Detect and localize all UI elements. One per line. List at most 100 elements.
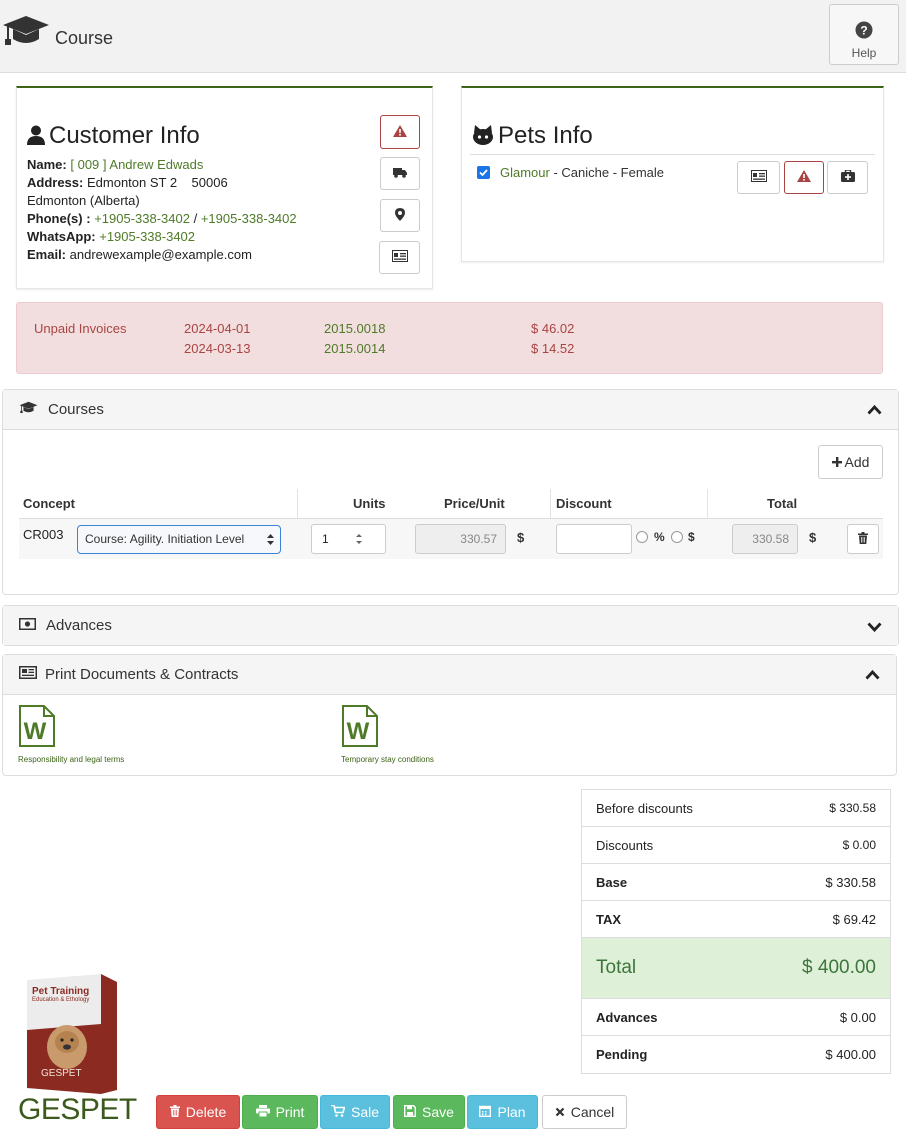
- id-card-icon: [750, 170, 767, 185]
- address-line2: Edmonton (Alberta): [27, 193, 140, 208]
- document-link[interactable]: W Temporary stay conditions: [341, 705, 434, 765]
- invoice-date: 2024-04-01: [184, 321, 251, 336]
- map-location-button[interactable]: [380, 199, 420, 232]
- document-link[interactable]: W Responsibility and legal terms: [18, 705, 124, 765]
- newspaper-icon: [19, 666, 37, 683]
- discounts-value: $ 0.00: [842, 838, 876, 852]
- question-circle-icon: ?: [830, 21, 898, 42]
- units-header: Units: [353, 496, 386, 511]
- advances-panel: Advances: [2, 605, 899, 646]
- discounts-label: Discounts: [596, 837, 654, 853]
- customer-info-heading: Customer Info: [49, 122, 200, 149]
- plan-button[interactable]: Plan: [467, 1095, 538, 1129]
- phone-link-1[interactable]: +1905-338-3402: [94, 211, 190, 226]
- graduation-cap-icon: [19, 401, 38, 419]
- email-label: Email:: [27, 247, 67, 262]
- price-header: Price/Unit: [444, 496, 505, 511]
- printer-icon: [255, 1104, 270, 1120]
- whatsapp-link[interactable]: +1905-338-3402: [99, 229, 195, 244]
- sale-button[interactable]: Sale: [320, 1095, 390, 1129]
- save-label: Save: [422, 1104, 454, 1120]
- customer-name-link[interactable]: [ 009 ] Andrew Edwads: [70, 157, 203, 172]
- discount-header: Discount: [556, 496, 612, 511]
- tax-label: TAX: [596, 911, 622, 927]
- invoice-number-link[interactable]: 2015.0014: [324, 341, 385, 356]
- close-icon: [555, 1104, 565, 1120]
- base-value: $ 330.58: [825, 874, 876, 890]
- total-header: Total: [767, 496, 798, 511]
- course-code: CR003: [23, 527, 64, 542]
- product-box-image: Pet Training Education & Ethology GESPET: [27, 972, 117, 1094]
- delete-row-button[interactable]: [847, 524, 879, 554]
- courses-panel-header[interactable]: Courses: [3, 390, 898, 430]
- phone-link-2[interactable]: +1905-338-3402: [201, 211, 297, 226]
- user-icon: [27, 125, 45, 148]
- discount-amount-radio[interactable]: [671, 531, 683, 543]
- help-button[interactable]: ? Help: [829, 4, 899, 65]
- percent-label: %: [654, 530, 665, 544]
- course-select[interactable]: Course: Agility. Initiation Level: [77, 525, 281, 554]
- address-label: Address:: [27, 175, 84, 190]
- base-label: Base: [596, 874, 628, 890]
- totals-table: Before discounts $ 330.58 Discounts $ 0.00…: [581, 789, 891, 1074]
- tax-row: TAX $ 69.42: [582, 901, 890, 938]
- floppy-disk-icon: [404, 1104, 417, 1120]
- invoice-date: 2024-03-13: [184, 341, 251, 356]
- select-arrows-icon: [267, 526, 274, 563]
- print-documents-panel: Print Documents & Contracts W Responsibi…: [2, 654, 897, 776]
- graduation-cap-icon: [2, 14, 50, 53]
- word-document-icon: W: [18, 705, 124, 750]
- units-input[interactable]: 1: [311, 524, 386, 554]
- unpaid-invoices-alert: Unpaid Invoices 2024-04-01 2015.0018 $ 4…: [16, 302, 883, 374]
- pet-medical-button[interactable]: [827, 161, 868, 194]
- total-value: $ 400.00: [802, 957, 876, 978]
- advances-row: Advances $ 0.00: [582, 999, 890, 1036]
- pet-alert-button[interactable]: [784, 161, 824, 194]
- pet-checkbox[interactable]: [477, 166, 490, 179]
- advances-label: Advances: [596, 1009, 658, 1025]
- warning-icon: [797, 170, 811, 185]
- delete-label: Delete: [185, 1104, 227, 1120]
- gespet-logo: GESPET: [18, 1093, 137, 1126]
- customer-alert-button[interactable]: [380, 115, 420, 149]
- help-label: Help: [851, 46, 877, 60]
- shopping-cart-icon: [330, 1104, 346, 1120]
- print-button[interactable]: Print: [242, 1095, 318, 1129]
- before-discounts-value: $ 330.58: [829, 801, 876, 815]
- chevron-down-icon[interactable]: [867, 619, 882, 636]
- invoice-amount: $ 14.52: [531, 341, 575, 356]
- add-label: Add: [844, 454, 870, 470]
- page-title: Course: [55, 28, 114, 48]
- chevron-up-icon[interactable]: [867, 402, 882, 419]
- transport-button[interactable]: [380, 157, 420, 190]
- pet-name-link[interactable]: Glamour: [500, 165, 550, 180]
- word-document-icon: W: [341, 705, 434, 750]
- cancel-button[interactable]: Cancel: [542, 1095, 627, 1129]
- chevron-up-icon[interactable]: [865, 667, 880, 684]
- pets-divider: [470, 154, 875, 155]
- warning-icon: [393, 124, 407, 140]
- pet-card-button[interactable]: [737, 161, 780, 194]
- unpaid-invoices-label: Unpaid Invoices: [34, 321, 127, 336]
- document-label: Temporary stay conditions: [341, 755, 434, 764]
- print-documents-panel-header[interactable]: Print Documents & Contracts: [3, 655, 896, 695]
- advances-panel-header[interactable]: Advances: [3, 606, 898, 645]
- discount-input[interactable]: [556, 524, 632, 554]
- stepper-icon[interactable]: [355, 525, 363, 563]
- delete-button[interactable]: Delete: [156, 1095, 240, 1129]
- concept-header: Concept: [23, 496, 75, 511]
- save-button[interactable]: Save: [393, 1095, 465, 1129]
- customer-card-button[interactable]: [379, 241, 420, 274]
- before-discounts-row: Before discounts $ 330.58: [582, 790, 890, 827]
- pet-face-icon: [472, 124, 494, 148]
- invoice-number-link[interactable]: 2015.0018: [324, 321, 385, 336]
- add-course-button[interactable]: Add: [818, 445, 883, 479]
- courses-panel: Courses Add Concept Units Price/Unit Dis…: [2, 389, 899, 595]
- phones-label: Phone(s) :: [27, 211, 91, 226]
- trash-icon: [169, 1104, 180, 1120]
- customer-info-card: Customer Info Name: [ 009 ] Andrew Edwad…: [16, 86, 433, 289]
- print-documents-title: Print Documents & Contracts: [45, 666, 239, 683]
- cancel-label: Cancel: [570, 1104, 615, 1120]
- dollar-label: $: [688, 530, 695, 544]
- discount-percent-radio[interactable]: [636, 531, 648, 543]
